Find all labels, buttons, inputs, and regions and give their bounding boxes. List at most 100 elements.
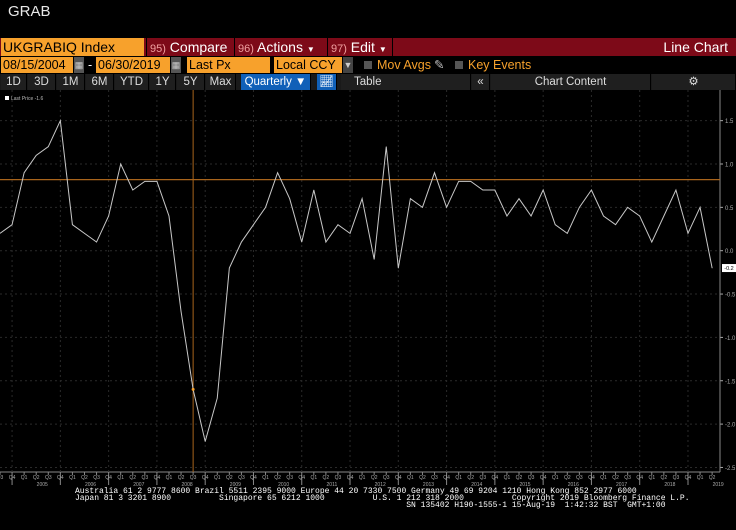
x-tick-label: Q1 (166, 475, 173, 481)
y-tick-label: -2.0 (725, 423, 736, 429)
data-point (349, 233, 351, 234)
x-tick-label: Q2 (178, 475, 185, 481)
x-tick-label: Q4 (202, 475, 209, 481)
table-button[interactable]: Table (341, 74, 471, 90)
x-tick-label: Q2 (81, 475, 88, 481)
x-tick-label: Q3 (335, 475, 342, 481)
data-point (687, 233, 689, 234)
edit-button[interactable]: 97) Edit ▼ (327, 38, 393, 56)
collapse-button[interactable]: « (472, 74, 490, 90)
data-point (96, 241, 97, 243)
start-date-field[interactable]: 08/15/2004 (1, 57, 73, 73)
chart-type-label: Line Chart (663, 39, 728, 55)
x-tick-label: Q4 (588, 475, 595, 481)
key-events-checkbox[interactable] (455, 61, 463, 69)
mov-avgs-checkbox[interactable] (364, 61, 372, 69)
y-tick-label: -0.5 (725, 293, 736, 299)
x-tick-label: Q2 (33, 475, 40, 481)
data-point (289, 198, 290, 199)
data-point (434, 172, 435, 173)
data-point (277, 172, 278, 173)
period-1y[interactable]: 1Y (150, 74, 176, 90)
x-tick-label: Q3 (383, 475, 390, 481)
data-point (482, 189, 484, 191)
x-tick-label: Q2 (709, 475, 716, 481)
period-max[interactable]: Max (206, 74, 236, 90)
data-point (422, 207, 423, 208)
period-3d[interactable]: 3D (28, 74, 56, 90)
data-point (699, 207, 701, 208)
x-tick-label: Q1 (310, 475, 317, 481)
x-tick-label: Q4 (636, 475, 643, 481)
legend-swatch (5, 96, 9, 100)
currency-select[interactable]: Local CCY (274, 57, 342, 73)
data-point (60, 120, 61, 121)
period-5y[interactable]: 5Y (177, 74, 205, 90)
y-tick-label: -2.5 (725, 466, 736, 472)
calendar-icon[interactable]: ▦ (171, 57, 181, 73)
calendar-icon[interactable]: ▦ (74, 57, 84, 73)
data-point (144, 181, 146, 182)
data-point (579, 207, 580, 208)
data-point (11, 224, 13, 225)
data-point (554, 224, 556, 225)
period-6m[interactable]: 6M (86, 74, 114, 90)
period-ytd[interactable]: YTD (115, 74, 149, 90)
data-point (373, 259, 375, 260)
line-chart-icon[interactable]: 📈︎ (317, 74, 337, 90)
x-tick-label: Q2 (371, 475, 378, 481)
chevron-down-icon: ▼ (306, 45, 315, 54)
x-tick-label: Q2 (274, 475, 281, 481)
x-tick-label: Q3 (190, 475, 197, 481)
x-tick-label: Q2 (564, 475, 571, 481)
gear-icon[interactable]: ⚙ (652, 74, 736, 90)
x-tick-label: Q4 (57, 475, 64, 481)
data-point (615, 224, 616, 225)
ticker-field[interactable]: UKGRABIQ Index (1, 38, 144, 56)
data-point (591, 189, 592, 191)
x-tick-label: Q1 (552, 475, 559, 481)
x-tick-label: Q1 (455, 475, 462, 481)
x-tick-label: Q2 (467, 475, 474, 481)
frequency-select[interactable]: Quarterly ▼ (241, 74, 311, 90)
field-select[interactable]: Last Px (187, 57, 270, 73)
compare-num: 95) (150, 43, 166, 55)
compare-button[interactable]: 95) Compare (146, 38, 233, 56)
x-tick-label: Q1 (648, 475, 655, 481)
pencil-icon[interactable]: ✎ (434, 57, 444, 73)
data-point (180, 311, 182, 312)
data-point (168, 215, 170, 217)
data-point (84, 233, 85, 234)
data-point (241, 241, 242, 243)
data-point (325, 241, 327, 243)
x-tick-label: Q4 (685, 475, 692, 481)
x-tick-label: Q1 (407, 475, 414, 481)
line-chart[interactable]: 1.5 1.0 0.5 0.0 -0.5 -1.0 -1.5 -2.0 -2.5 Q3 Q4 Q1 Q2… (0, 90, 736, 488)
x-tick-label: Q2 (661, 475, 668, 481)
data-point (108, 215, 109, 217)
x-tick-label: Q3 (576, 475, 583, 481)
chevron-down-icon[interactable]: ▼ (343, 57, 353, 73)
period-1d[interactable]: 1D (1, 74, 27, 90)
mov-avgs-label: Mov Avgs (377, 58, 431, 72)
data-point (518, 198, 520, 199)
actions-button[interactable]: 96) Actions ▼ (234, 38, 326, 56)
chart-content-button[interactable]: Chart Content (491, 74, 651, 90)
edit-label: Edit (350, 39, 375, 55)
data-point (229, 267, 230, 269)
period-1m[interactable]: 1M (57, 74, 85, 90)
data-point (120, 163, 121, 165)
data-point (35, 155, 37, 156)
x-tick-label: Q1 (262, 475, 269, 481)
data-point (253, 224, 254, 225)
x-year-label: 2005 (37, 482, 48, 488)
key-events-label: Key Events (468, 58, 532, 72)
end-date-field[interactable]: 06/30/2019 (96, 57, 170, 73)
x-tick-label: Q4 (9, 475, 16, 481)
x-tick-label: Q1 (600, 475, 607, 481)
x-tick-label: Q3 (238, 475, 245, 481)
data-point (23, 172, 25, 173)
x-tick-label: Q1 (117, 475, 124, 481)
x-tick-label: Q4 (250, 475, 257, 481)
data-point (651, 241, 653, 243)
